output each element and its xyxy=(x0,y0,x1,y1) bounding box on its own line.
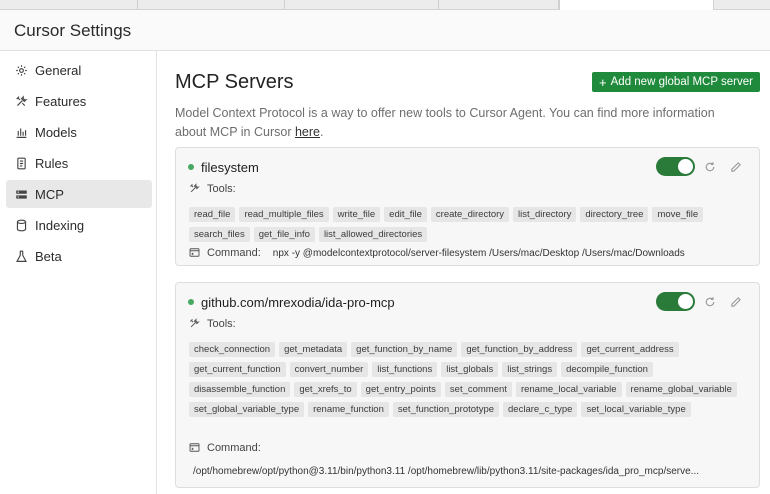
tool-chip: set_local_variable_type xyxy=(581,402,691,417)
command-label: Command: xyxy=(189,442,261,454)
tool-chip: set_comment xyxy=(444,382,512,397)
tools-icon xyxy=(14,94,28,108)
flask-icon xyxy=(14,249,28,263)
editor-tab[interactable] xyxy=(285,0,439,10)
tool-chip-list: read_file read_multiple_files write_file ed… xyxy=(189,207,749,247)
server-enable-toggle[interactable] xyxy=(656,292,695,311)
sidebar-item-label: Features xyxy=(35,93,87,109)
sidebar-item-label: MCP xyxy=(35,186,64,202)
server-command: /opt/homebrew/opt/python@3.11/bin/python… xyxy=(193,466,700,477)
tool-chip: get_metadata xyxy=(279,342,348,357)
tools-label: Tools: xyxy=(189,183,236,195)
tool-chip: create_directory xyxy=(430,207,510,222)
tools-icon xyxy=(189,318,201,330)
edit-icon[interactable] xyxy=(729,160,743,174)
refresh-icon[interactable] xyxy=(703,160,717,174)
tool-chip: get_xrefs_to xyxy=(294,382,357,397)
tool-chip: disassemble_function xyxy=(189,382,291,397)
server-enable-toggle[interactable] xyxy=(656,157,695,176)
tool-chip: rename_global_variable xyxy=(625,382,737,397)
tool-chip: get_current_address xyxy=(581,342,679,357)
sidebar-item-features[interactable]: Features xyxy=(6,87,152,115)
tool-chip: get_current_function xyxy=(189,362,286,377)
sidebar-item-indexing[interactable]: Indexing xyxy=(6,211,152,239)
settings-header: Cursor Settings xyxy=(0,10,770,51)
tool-chip: get_function_by_address xyxy=(461,342,578,357)
section-description: Model Context Protocol is a way to offer… xyxy=(175,104,745,142)
sidebar-item-general[interactable]: General xyxy=(6,56,152,84)
tool-chip: decompile_function xyxy=(561,362,653,377)
status-dot xyxy=(188,299,194,305)
tool-chip: move_file xyxy=(652,207,704,222)
sidebar-item-mcp[interactable]: MCP xyxy=(6,180,152,208)
bar-chart-icon xyxy=(14,125,28,139)
tool-chip: get_file_info xyxy=(253,227,315,242)
sidebar-item-label: Indexing xyxy=(35,217,85,233)
editor-tab[interactable] xyxy=(138,0,285,10)
database-icon xyxy=(14,218,28,232)
tools-icon xyxy=(189,183,201,195)
description-text: Model Context Protocol is a way to offer… xyxy=(175,106,715,139)
sidebar-item-label: Rules xyxy=(35,155,69,171)
settings-sidebar: General Features Models Rules MCP Indexi… xyxy=(0,51,157,494)
tool-chip: write_file xyxy=(332,207,381,222)
tool-chip: set_global_variable_type xyxy=(189,402,305,417)
tool-chip: list_directory xyxy=(513,207,577,222)
add-global-mcp-server-button[interactable]: + Add new global MCP server xyxy=(592,72,760,92)
gear-icon xyxy=(14,63,28,77)
tool-chip: convert_number xyxy=(289,362,369,377)
terminal-icon xyxy=(189,442,201,454)
description-end: . xyxy=(320,125,324,139)
refresh-icon[interactable] xyxy=(703,295,717,309)
edit-icon[interactable] xyxy=(729,295,743,309)
editor-tab-strip xyxy=(0,0,770,11)
tool-chip: directory_tree xyxy=(580,207,649,222)
mcp-server-card: filesystem Tools: read_file read_multiple… xyxy=(175,147,760,266)
tools-label: Tools: xyxy=(189,318,236,330)
server-name: github.com/mrexodia/ida-pro-mcp xyxy=(201,295,395,310)
tool-chip-list: check_connection get_metadata get_function… xyxy=(189,342,749,422)
mcp-server-card: github.com/mrexodia/ida-pro-mcp Tools: c… xyxy=(175,282,760,488)
editor-tab[interactable] xyxy=(439,0,559,10)
add-button-label: Add new global MCP server xyxy=(610,76,753,88)
tool-chip: get_entry_points xyxy=(360,382,441,397)
tool-chip: rename_local_variable xyxy=(515,382,622,397)
tool-chip: list_globals xyxy=(441,362,499,377)
tool-chip: read_file xyxy=(189,207,236,222)
sidebar-item-beta[interactable]: Beta xyxy=(6,242,152,270)
plus-icon: + xyxy=(599,74,607,90)
tool-chip: set_function_prototype xyxy=(392,402,500,417)
server-icon xyxy=(14,187,28,201)
sidebar-item-label: Models xyxy=(35,124,77,140)
mcp-settings-panel: MCP Servers + Add new global MCP server … xyxy=(158,51,770,494)
server-command: npx -y @modelcontextprotocol/server-file… xyxy=(272,247,685,259)
server-name: filesystem xyxy=(201,160,259,175)
document-icon xyxy=(14,156,28,170)
status-dot xyxy=(188,164,194,170)
tool-chip: search_files xyxy=(189,227,250,242)
sidebar-item-rules[interactable]: Rules xyxy=(6,149,152,177)
tool-chip: get_function_by_name xyxy=(351,342,458,357)
editor-tab[interactable] xyxy=(0,0,138,10)
sidebar-item-label: Beta xyxy=(35,248,62,264)
tool-chip: list_allowed_directories xyxy=(318,227,428,242)
sidebar-item-models[interactable]: Models xyxy=(6,118,152,146)
tool-chip: declare_c_type xyxy=(503,402,578,417)
sidebar-item-label: General xyxy=(35,62,82,78)
command-label: Command: npx -y @modelcontextprotocol/se… xyxy=(189,247,685,259)
tool-chip: rename_function xyxy=(308,402,389,417)
mcp-docs-link[interactable]: here xyxy=(295,125,320,139)
tool-chip: check_connection xyxy=(189,342,276,357)
tool-chip: edit_file xyxy=(384,207,427,222)
tool-chip: list_strings xyxy=(502,362,558,377)
section-title: MCP Servers xyxy=(175,71,294,93)
tool-chip: read_multiple_files xyxy=(239,207,329,222)
terminal-icon xyxy=(189,247,201,259)
page-title: Cursor Settings xyxy=(14,21,132,40)
tool-chip: list_functions xyxy=(372,362,438,377)
